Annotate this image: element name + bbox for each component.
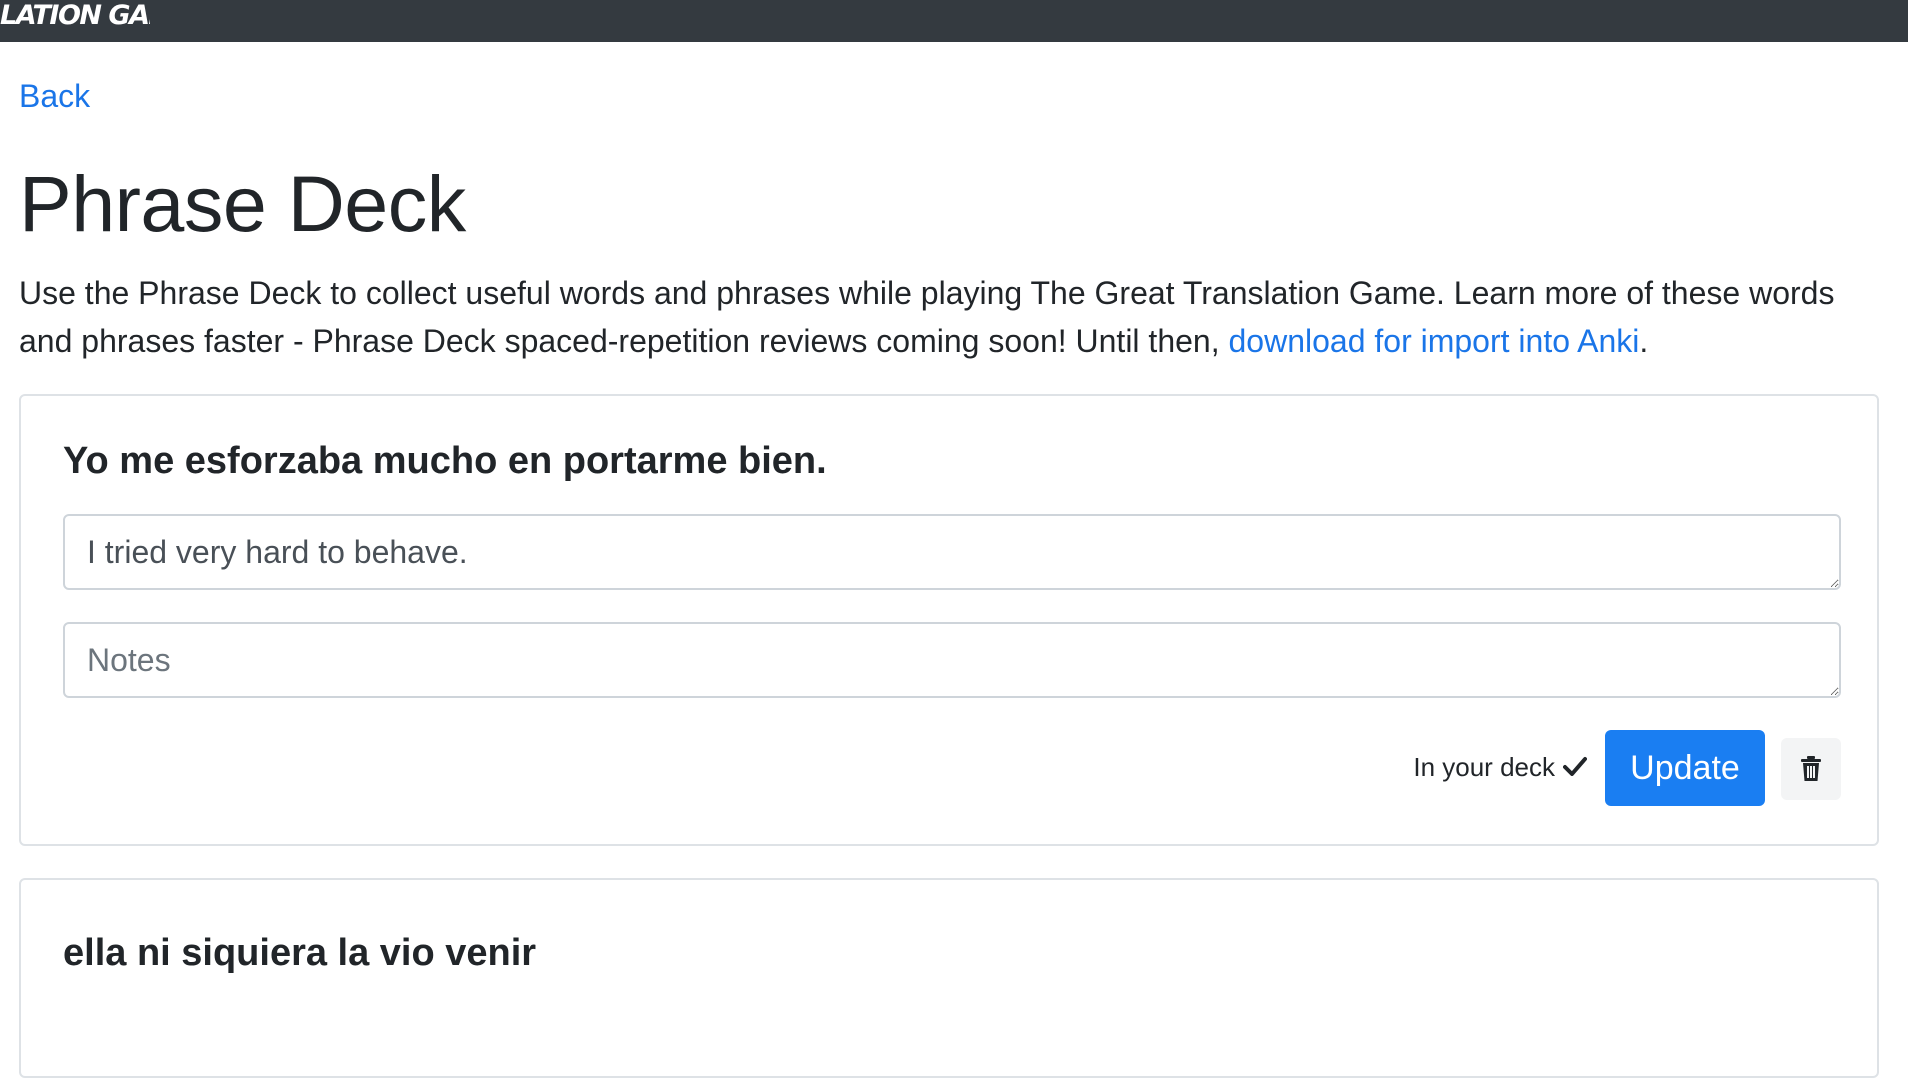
brand-text: LATION GAME (0, 0, 150, 31)
phrase-text: ella ni siquiera la vio venir (63, 932, 537, 974)
anki-download-link[interactable]: download for import into Anki (1228, 323, 1639, 359)
phrase-card: Yo me esforzaba mucho en portarme bien. … (19, 394, 1879, 846)
notes-field[interactable] (63, 622, 1841, 698)
back-link[interactable]: Back (19, 78, 90, 115)
deck-status: In your deck (1413, 752, 1587, 783)
top-navbar: LATION GAME (0, 0, 1908, 42)
phrase-text: Yo me esforzaba mucho en portarme bien. (63, 440, 827, 482)
intro-paragraph: Use the Phrase Deck to collect useful wo… (19, 269, 1889, 365)
phrase-card: ella ni siquiera la vio venir (19, 878, 1879, 1078)
deck-status-label: In your deck (1413, 752, 1555, 782)
page-title: Phrase Deck (19, 159, 466, 248)
intro-end: . (1639, 323, 1649, 359)
translation-field[interactable] (63, 514, 1841, 590)
brand-logo[interactable]: LATION GAME (0, 0, 150, 42)
update-button[interactable]: Update (1605, 730, 1765, 806)
delete-button[interactable] (1781, 738, 1841, 800)
trash-icon (1801, 756, 1821, 781)
checkmark-icon (1563, 752, 1587, 783)
